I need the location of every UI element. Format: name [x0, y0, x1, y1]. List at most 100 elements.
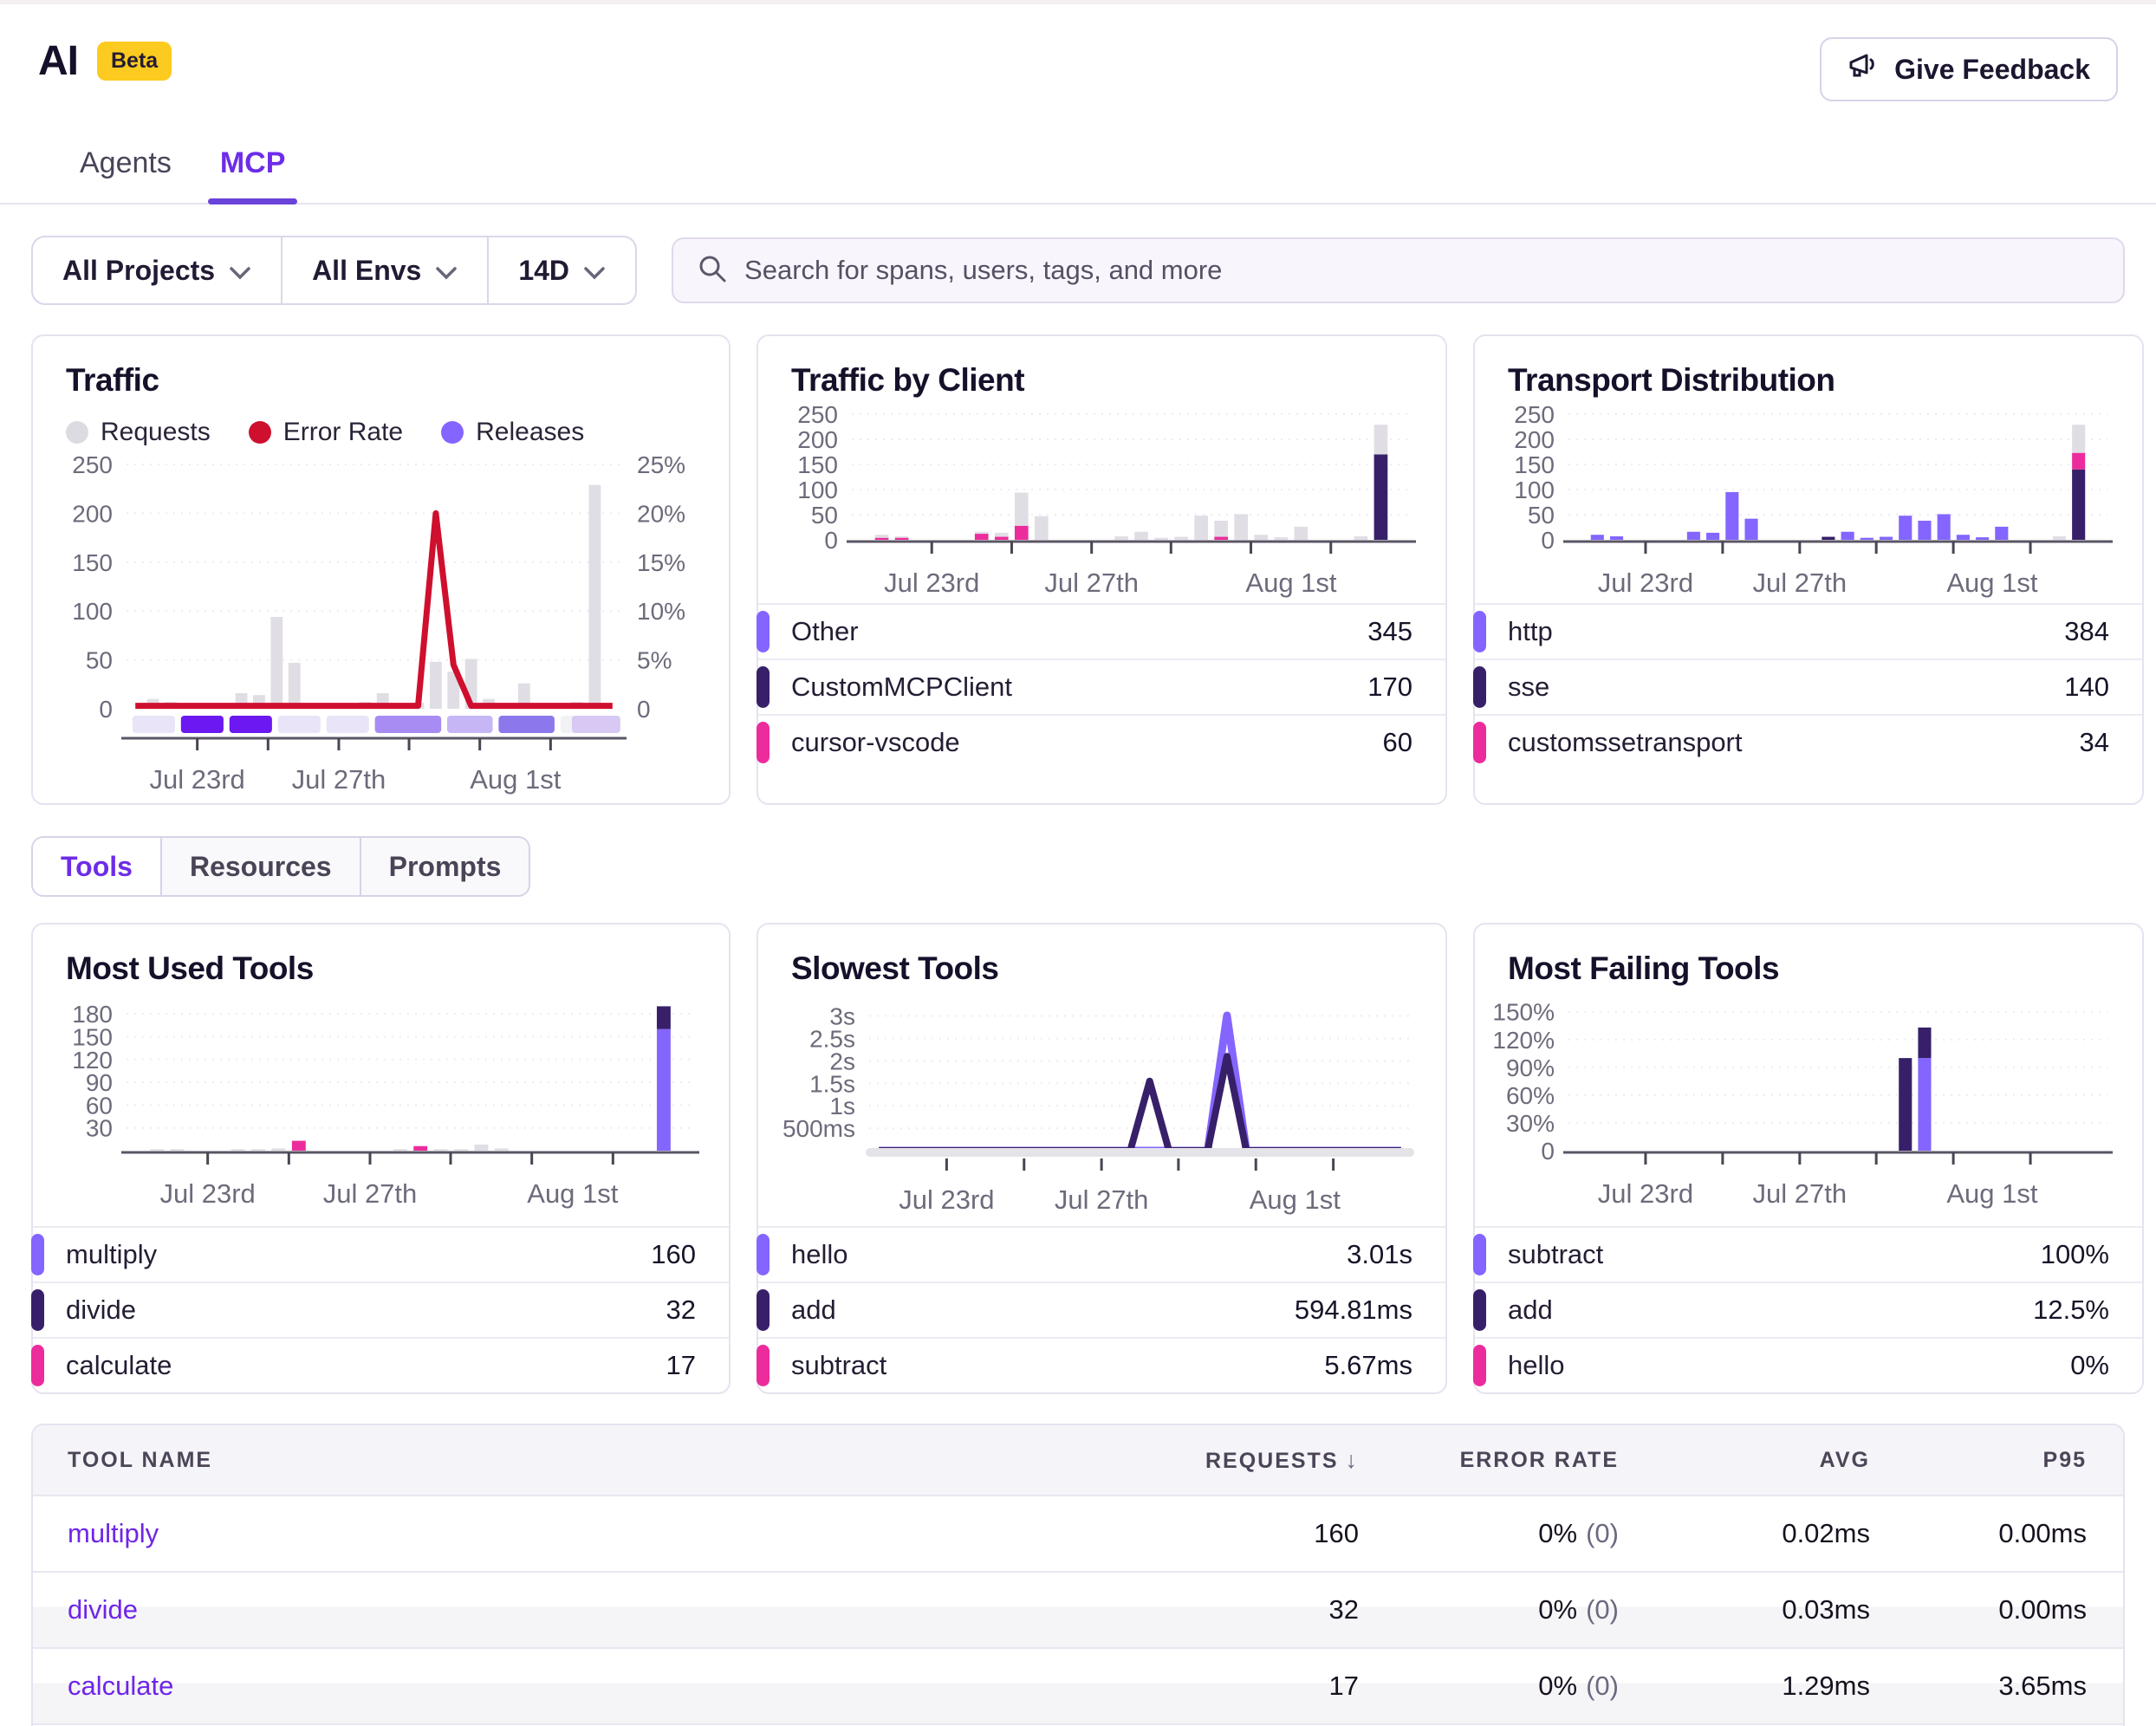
- series-value: 5.67ms: [1324, 1350, 1412, 1381]
- tab-mcp[interactable]: MCP: [220, 146, 286, 203]
- tool-name-link[interactable]: multiply: [33, 1518, 1179, 1549]
- series-value: 170: [1367, 672, 1412, 703]
- search-input[interactable]: Search for spans, users, tags, and more: [672, 237, 2125, 303]
- svg-text:Aug 1st: Aug 1st: [527, 1178, 619, 1209]
- series-swatch: [1473, 1345, 1486, 1386]
- series-label: subtract: [1508, 1239, 1603, 1270]
- requests-cell: 32: [1179, 1594, 1395, 1625]
- legend-row-sse[interactable]: sse140: [1475, 659, 2142, 714]
- transport-distribution-chart[interactable]: 050100150200250Jul 23rdJul 27thAug 1st: [1475, 399, 2142, 603]
- svg-text:120%: 120%: [1492, 1027, 1555, 1054]
- legend-item-releases: Releases: [441, 418, 584, 447]
- column-header-p95[interactable]: P95: [1906, 1448, 2123, 1473]
- legend-row-add[interactable]: add594.81ms: [758, 1282, 1445, 1337]
- legend-row-CustomMCPClient[interactable]: CustomMCPClient 170: [758, 659, 1445, 714]
- svg-text:20%: 20%: [637, 500, 685, 527]
- legend-row-hello[interactable]: hello3.01s: [758, 1226, 1445, 1282]
- subtab-resources[interactable]: Resources: [160, 838, 360, 895]
- legend-item-requests: Requests: [66, 418, 211, 447]
- legend-row-divide[interactable]: divide32: [33, 1282, 729, 1337]
- legend-row-Other[interactable]: Other345: [758, 603, 1445, 659]
- legend-row-add[interactable]: add12.5%: [1475, 1282, 2142, 1337]
- filter-segmented-control: All Projects All Envs 14D: [31, 236, 637, 305]
- legend-row-subtract[interactable]: subtract100%: [1475, 1226, 2142, 1282]
- beta-badge: Beta: [97, 42, 172, 81]
- legend-row-calculate[interactable]: calculate17: [33, 1337, 729, 1392]
- series-swatch: [1473, 722, 1486, 763]
- card-title: Slowest Tools: [758, 951, 1445, 987]
- series-value: 345: [1367, 616, 1412, 647]
- entity-subtabs: Tools Resources Prompts: [31, 836, 530, 897]
- traffic-by-client-chart[interactable]: 050100150200250Jul 23rdJul 27thAug 1st: [758, 399, 1445, 603]
- date-range-dropdown[interactable]: 14D: [487, 237, 635, 303]
- project-filter-dropdown[interactable]: All Projects: [33, 237, 281, 303]
- column-header-avg[interactable]: AVG: [1655, 1448, 1906, 1473]
- error-rate-cell: 0%(0): [1395, 1671, 1655, 1702]
- series-swatch: [31, 1289, 44, 1331]
- error-rate-cell: 0%(0): [1395, 1594, 1655, 1625]
- svg-text:Aug 1st: Aug 1st: [1250, 1184, 1341, 1215]
- series-value: 60: [1383, 727, 1412, 758]
- svg-text:Aug 1st: Aug 1st: [1946, 568, 2038, 598]
- svg-text:50: 50: [811, 502, 838, 529]
- series-label: calculate: [66, 1350, 172, 1381]
- series-value: 34: [2080, 727, 2109, 758]
- svg-text:150: 150: [1514, 451, 1555, 478]
- svg-text:250: 250: [1514, 404, 1555, 428]
- tools-table: TOOL NAME REQUESTS↓ ERROR RATE AVG P95 m…: [31, 1424, 2125, 1726]
- svg-text:25%: 25%: [637, 452, 685, 478]
- failing-legend-rows: subtract100%add12.5%hello0%: [1475, 1226, 2142, 1392]
- releases-dot: [441, 421, 464, 444]
- svg-text:3s: 3s: [829, 1003, 855, 1030]
- svg-text:Jul 27th: Jul 27th: [292, 764, 386, 795]
- card-title: Most Used Tools: [33, 951, 729, 987]
- series-label: add: [791, 1294, 836, 1326]
- svg-text:Jul 27th: Jul 27th: [1044, 568, 1139, 598]
- series-label: divide: [66, 1294, 136, 1326]
- tools-table-header: TOOL NAME REQUESTS↓ ERROR RATE AVG P95: [33, 1425, 2123, 1495]
- requests-cell: 160: [1179, 1518, 1395, 1549]
- series-value: 384: [2064, 616, 2109, 647]
- series-swatch: [757, 611, 770, 652]
- tool-name-link[interactable]: divide: [33, 1594, 1179, 1625]
- traffic-chart[interactable]: 05010015020025005%10%15%20%25%Jul 23rdJu…: [33, 447, 729, 803]
- sort-desc-icon: ↓: [1346, 1447, 1360, 1473]
- legend-row-cursor-vscode[interactable]: cursor-vscode60: [758, 714, 1445, 769]
- most-failing-tools-chart[interactable]: 030%60%90%120%150%Jul 23rdJul 27thAug 1s…: [1475, 987, 2142, 1226]
- series-label: sse: [1508, 672, 1549, 703]
- svg-text:5%: 5%: [637, 647, 672, 674]
- table-row-calculate: calculate170%(0)1.29ms3.65ms: [33, 1647, 2123, 1723]
- tools-table-body: multiply1600%(0)0.02ms0.00msdivide320%(0…: [33, 1495, 2123, 1726]
- subtab-tools[interactable]: Tools: [33, 838, 160, 895]
- search-icon: [698, 254, 727, 288]
- active-tab-underline: [208, 198, 298, 204]
- tool-name-link[interactable]: calculate: [33, 1671, 1179, 1702]
- slowest-tools-chart[interactable]: 500ms1s1.5s2s2.5s3sJul 23rdJul 27thAug 1…: [758, 987, 1445, 1226]
- series-label: hello: [1508, 1350, 1565, 1381]
- filter-bar: All Projects All Envs 14D Search for spa…: [0, 204, 2156, 305]
- env-filter-dropdown[interactable]: All Envs: [281, 237, 487, 303]
- series-swatch: [757, 666, 770, 708]
- series-label: multiply: [66, 1239, 157, 1270]
- main-tabs: Agents MCP: [0, 101, 2156, 204]
- legend-row-subtract[interactable]: subtract5.67ms: [758, 1337, 1445, 1392]
- tab-agents[interactable]: Agents: [80, 146, 172, 203]
- legend-row-multiply[interactable]: multiply160: [33, 1226, 729, 1282]
- card-title: Traffic by Client: [758, 362, 1445, 399]
- most-used-tools-chart[interactable]: 306090120150180Jul 23rdJul 27thAug 1st: [33, 987, 729, 1226]
- legend-row-customssetransport[interactable]: customssetransport34: [1475, 714, 2142, 769]
- card-title: Most Failing Tools: [1475, 951, 2142, 987]
- avg-cell: 0.02ms: [1655, 1518, 1906, 1549]
- series-swatch: [757, 1289, 770, 1331]
- traffic-by-client-card: Traffic by Client 050100150200250Jul 23r…: [757, 334, 1447, 805]
- legend-row-hello[interactable]: hello0%: [1475, 1337, 2142, 1392]
- series-label: CustomMCPClient: [791, 672, 1012, 703]
- column-header-requests[interactable]: REQUESTS↓: [1179, 1447, 1395, 1474]
- subtab-prompts[interactable]: Prompts: [360, 838, 529, 895]
- legend-row-http[interactable]: http384: [1475, 603, 2142, 659]
- column-header-tool-name[interactable]: TOOL NAME: [33, 1448, 1179, 1473]
- give-feedback-button[interactable]: Give Feedback: [1820, 37, 2118, 101]
- column-header-error-rate[interactable]: ERROR RATE: [1395, 1448, 1655, 1473]
- series-swatch: [1473, 1234, 1486, 1275]
- series-swatch: [757, 1345, 770, 1386]
